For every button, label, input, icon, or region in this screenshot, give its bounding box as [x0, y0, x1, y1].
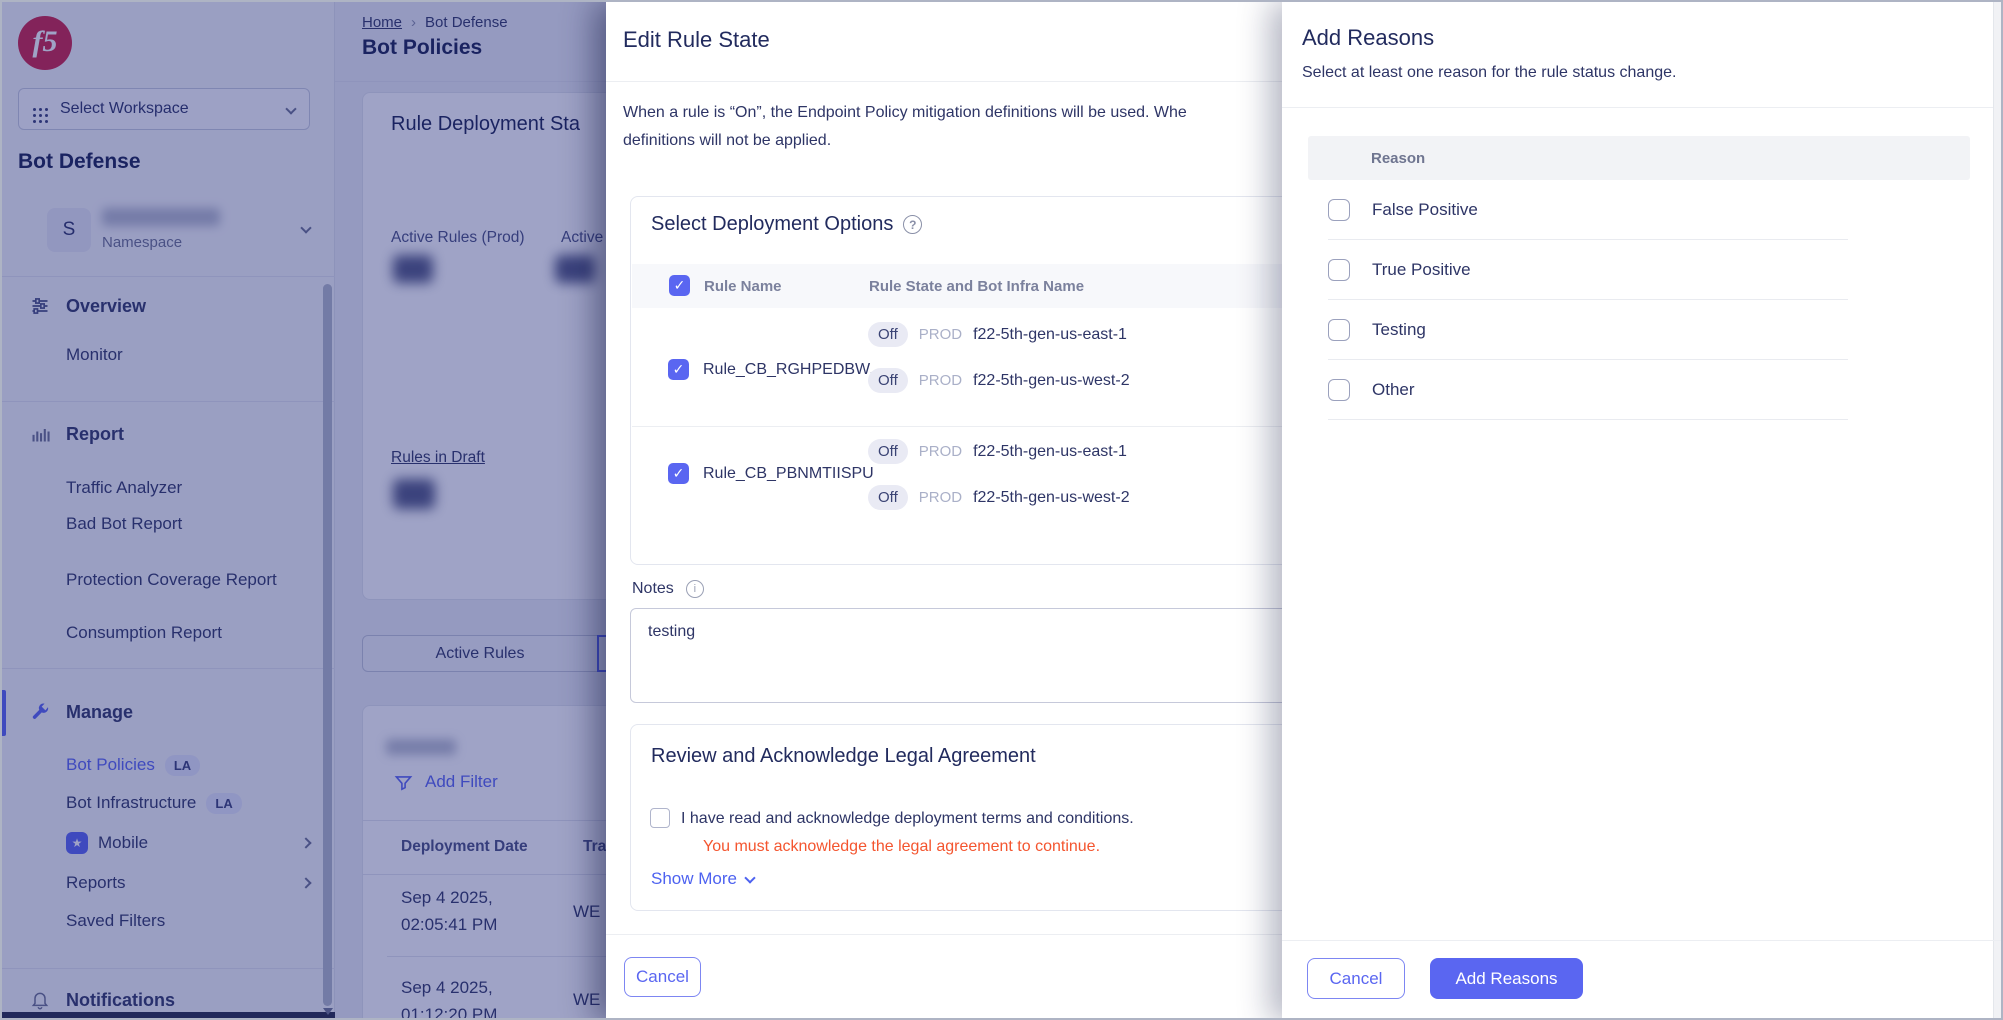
notes-label-text: Notes — [632, 580, 674, 598]
reason-label: True Positive — [1372, 260, 1471, 280]
reason-checkbox[interactable] — [1328, 379, 1350, 401]
deployment-options-card: Select Deployment Options ? ✓ Rule Name … — [630, 196, 1282, 565]
chevron-down-icon — [744, 872, 755, 883]
environment-label: PROD — [919, 326, 962, 343]
reason-checkbox[interactable] — [1328, 199, 1350, 221]
rule-checkbox[interactable]: ✓ — [668, 463, 689, 484]
bot-infra-name: f22-5th-gen-us-east-1 — [973, 443, 1127, 461]
notes-textarea[interactable]: testing — [630, 608, 1282, 703]
reason-row-other[interactable]: Other — [1328, 360, 1848, 420]
reason-checkbox[interactable] — [1328, 259, 1350, 281]
reason-label: False Positive — [1372, 200, 1478, 220]
reason-label: Testing — [1372, 320, 1426, 340]
select-all-checkbox[interactable]: ✓ — [669, 275, 690, 296]
reason-checkbox[interactable] — [1328, 319, 1350, 341]
panel-cancel-button[interactable]: Cancel — [1307, 958, 1405, 999]
modal-cancel-button[interactable]: Cancel — [624, 957, 701, 997]
rule-name: Rule_CB_RGHPEDBW... — [703, 361, 883, 379]
check-icon: ✓ — [673, 361, 685, 378]
notes-label: Notes i — [632, 580, 704, 598]
show-more-link[interactable]: Show More — [651, 869, 754, 889]
legal-agreement-card: Review and Acknowledge Legal Agreement I… — [630, 724, 1282, 911]
panel-title: Add Reasons — [1302, 25, 1434, 51]
info-icon[interactable]: i — [686, 580, 704, 598]
column-header-rule-name: Rule Name — [704, 278, 782, 295]
section-heading-text: Review and Acknowledge Legal Agreement — [651, 745, 1036, 768]
legal-checkbox[interactable] — [650, 808, 670, 828]
deployment-table-header: ✓ Rule Name Rule State and Bot Infra Nam… — [632, 264, 1282, 308]
add-reasons-panel: Add Reasons Select at least one reason f… — [1282, 2, 2003, 1020]
legal-checkbox-label[interactable]: I have read and acknowledge deployment t… — [681, 810, 1134, 828]
rule-state-badge: Off — [868, 439, 908, 464]
column-header-rule-state: Rule State and Bot Infra Name — [869, 278, 1084, 295]
environment-label: PROD — [919, 443, 962, 460]
panel-scrollbar[interactable] — [1993, 2, 2003, 1020]
reason-row-testing[interactable]: Testing — [1328, 300, 1848, 360]
add-reasons-submit-button[interactable]: Add Reasons — [1430, 958, 1583, 999]
modal-title: Edit Rule State — [623, 27, 770, 53]
bot-infra-name: f22-5th-gen-us-east-1 — [973, 326, 1127, 344]
legal-heading: Review and Acknowledge Legal Agreement — [651, 745, 1036, 768]
legal-error-message: You must acknowledge the legal agreement… — [703, 838, 1100, 856]
reason-row-false-positive[interactable]: False Positive — [1328, 180, 1848, 240]
panel-subtitle: Select at least one reason for the rule … — [1302, 64, 1676, 82]
reason-row-true-positive[interactable]: True Positive — [1328, 240, 1848, 300]
rule-checkbox[interactable]: ✓ — [668, 359, 689, 380]
rule-name: Rule_CB_PBNMTIISPU — [703, 465, 874, 483]
bot-infra-name: f22-5th-gen-us-west-2 — [973, 489, 1130, 507]
edit-rule-state-modal: Edit Rule State When a rule is “On”, the… — [606, 2, 1282, 1020]
rule-state-badge: Off — [868, 322, 908, 347]
reason-column-header: Reason — [1308, 136, 1970, 180]
help-icon[interactable]: ? — [903, 215, 922, 234]
app-window: f5 Select Workspace Bot Defense S Namesp… — [0, 0, 2003, 1020]
check-icon: ✓ — [673, 465, 685, 482]
check-icon: ✓ — [674, 277, 686, 294]
show-more-label: Show More — [651, 869, 737, 889]
environment-label: PROD — [919, 489, 962, 506]
reason-label: Other — [1372, 380, 1415, 400]
rule-state-badge: Off — [868, 368, 908, 393]
deployment-options-heading: Select Deployment Options ? — [651, 213, 922, 236]
modal-description-line1: When a rule is “On”, the Endpoint Policy… — [623, 104, 1187, 122]
modal-description-line2: definitions will not be applied. — [623, 132, 831, 150]
section-heading-text: Select Deployment Options — [651, 213, 893, 236]
column-header-reason: Reason — [1371, 150, 1425, 167]
rule-state-badge: Off — [868, 485, 908, 510]
bot-infra-name: f22-5th-gen-us-west-2 — [973, 372, 1130, 390]
environment-label: PROD — [919, 372, 962, 389]
